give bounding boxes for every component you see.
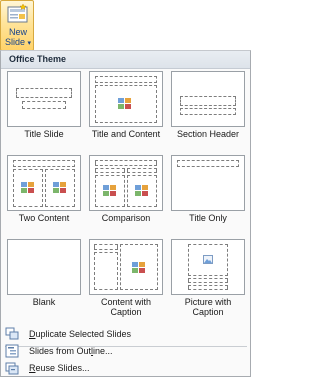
layout-section-header[interactable]: Section Header — [167, 71, 247, 146]
menu-item-label: uplicate Selected Slides — [35, 329, 132, 339]
layout-gallery: Office Theme Title Slide Title and Conte… — [0, 50, 251, 377]
layout-thumbnail — [89, 239, 163, 295]
menu-item-reuse-slides[interactable]: Reuse Slides... — [1, 360, 250, 376]
content-icons — [132, 262, 145, 273]
content-placeholder-right — [45, 169, 75, 207]
layout-label-line1: Content with — [100, 297, 152, 307]
layout-thumbnail — [171, 155, 245, 211]
title-placeholder — [16, 88, 72, 98]
layout-label: Comparison — [101, 213, 151, 223]
layout-label: Two Content — [18, 213, 70, 223]
content-placeholder — [95, 85, 157, 123]
outline-icon — [5, 344, 19, 358]
heading-placeholder-left — [95, 168, 125, 173]
layout-two-content[interactable]: Two Content — [3, 155, 83, 230]
duplicate-slides-icon — [5, 327, 19, 340]
caption-placeholder — [188, 285, 228, 290]
reuse-slides-icon — [5, 362, 19, 375]
text-placeholder — [180, 108, 236, 115]
layout-label: Blank — [32, 297, 56, 307]
content-icons — [53, 182, 66, 193]
menu-item-label: ine... — [93, 346, 113, 356]
layout-content-with-caption[interactable]: Content with Caption — [85, 239, 165, 317]
caption-placeholder — [94, 252, 118, 290]
menu-item-duplicate-selected-slides[interactable]: Duplicate Selected Slides — [1, 326, 250, 342]
new-slide-label-line1: New — [8, 27, 27, 37]
layout-thumbnail — [171, 71, 245, 127]
menu-item-label-prefix: Slides from Out — [29, 346, 92, 356]
layout-label-line2: Caption — [110, 307, 142, 317]
layout-thumbnail — [89, 155, 163, 211]
content-icons — [103, 185, 116, 196]
title-placeholder — [95, 76, 157, 83]
content-icons — [21, 182, 34, 193]
layout-title-slide[interactable]: Title Slide — [3, 71, 83, 146]
layout-picture-with-caption[interactable]: Picture with Caption — [167, 239, 247, 317]
layout-thumbnail — [7, 155, 81, 211]
title-placeholder — [13, 160, 75, 167]
layout-thumbnail — [7, 71, 81, 127]
title-placeholder — [180, 96, 236, 106]
content-icons — [135, 185, 148, 196]
picture-placeholder — [188, 244, 228, 276]
layout-label-line2: Caption — [192, 307, 224, 317]
content-placeholder-left — [13, 169, 43, 207]
content-icons — [118, 98, 131, 109]
gallery-header-title: Office Theme — [9, 54, 67, 64]
content-placeholder-right — [127, 175, 157, 207]
new-slide-icon — [7, 4, 28, 23]
menu-item-label: euse Slides... — [35, 363, 90, 373]
subtitle-placeholder — [22, 101, 66, 109]
title-placeholder — [188, 278, 228, 283]
picture-icon — [203, 255, 213, 264]
title-placeholder — [94, 244, 118, 250]
title-placeholder — [95, 160, 157, 166]
layout-label: Section Header — [176, 129, 240, 139]
menu-item-slides-from-outline[interactable]: Slides from Outline... — [1, 343, 250, 359]
gallery-header: Office Theme — [1, 51, 250, 69]
layout-title-only[interactable]: Title Only — [167, 155, 247, 230]
layout-label: Title Only — [189, 213, 227, 223]
layout-title-and-content[interactable]: Title and Content — [85, 71, 165, 146]
new-slide-label-line2: Slide — [4, 37, 25, 47]
layout-label: Title and Content — [91, 129, 161, 139]
layout-blank[interactable]: Blank — [3, 239, 83, 314]
new-slide-button[interactable]: New Slide ▾ — [0, 0, 34, 51]
content-placeholder-left — [95, 175, 125, 207]
layout-thumbnail — [89, 71, 163, 127]
heading-placeholder-right — [127, 168, 157, 173]
layout-thumbnail — [171, 239, 245, 295]
layout-comparison[interactable]: Comparison — [85, 155, 165, 230]
title-placeholder — [177, 160, 239, 167]
chevron-down-icon: ▾ — [27, 40, 32, 47]
layout-thumbnail — [7, 239, 81, 295]
layout-label: Title Slide — [24, 129, 64, 139]
content-placeholder — [120, 244, 158, 290]
layout-label-line1: Picture with — [184, 297, 232, 307]
